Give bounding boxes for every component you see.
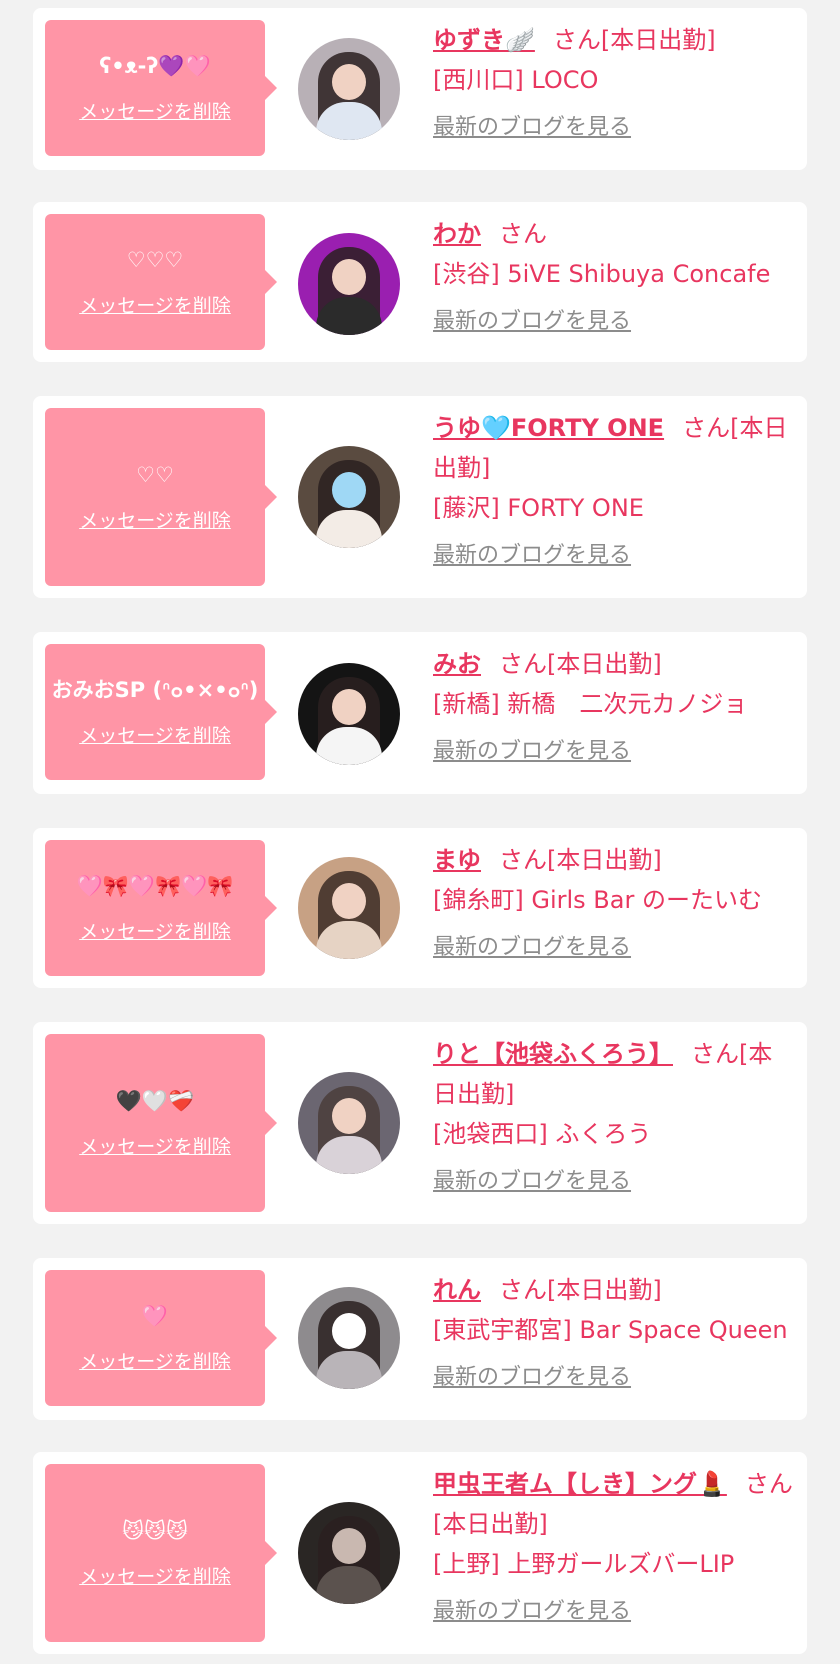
cast-status: さん[本日出勤]	[499, 650, 662, 678]
avatar-face-shape	[332, 883, 366, 919]
cast-info: りと【池袋ふくろう】 さん[本日出勤] [池袋西口] ふくろう 最新のブログを見る	[433, 1034, 793, 1202]
blog-link[interactable]: 最新のブログを見る	[433, 1358, 793, 1398]
cast-status: さん	[499, 220, 547, 248]
message-bubble: 🩷🎀🩷🎀🩷🎀 メッセージを削除	[45, 840, 277, 976]
avatar-face-shape	[332, 1098, 366, 1134]
avatar-face-shape	[332, 64, 366, 100]
cast-status: さん[本日出勤]	[499, 846, 662, 874]
cast-name-link[interactable]: れん	[433, 1276, 481, 1304]
delete-message-link[interactable]: メッセージを削除	[79, 506, 231, 533]
cast-info: わか さん [渋谷] 5iVE Shibuya Concafe 最新のブログを見る	[433, 214, 793, 342]
message-text: 🩷🎀🩷🎀🩷🎀	[76, 873, 234, 898]
delete-message-link[interactable]: メッセージを削除	[79, 291, 231, 318]
message-bubble: 🩷 メッセージを削除	[45, 1270, 277, 1406]
avatar-face-shape	[332, 259, 366, 295]
delete-message-link[interactable]: メッセージを削除	[79, 1347, 231, 1374]
cast-info: 甲虫王者ム【しき】ング💄 さん[本日出勤] [上野] 上野ガールズバーLIP 最新…	[433, 1464, 793, 1632]
avatar-face-shape	[332, 1313, 366, 1349]
message-bubble: 🖤🤍❤️‍🩹 メッセージを削除	[45, 1034, 277, 1212]
message-card: ♡♡♡ メッセージを削除 わか さん [渋谷] 5iVE Shibuya Conc…	[33, 202, 807, 362]
message-card: 😼😼😼 メッセージを削除 甲虫王者ム【しき】ング💄 さん[本日出勤] [上野] 上…	[33, 1452, 807, 1654]
cast-info: まゆ さん[本日出勤] [錦糸町] Girls Bar のーたいむ 最新のブログを…	[433, 840, 793, 968]
avatar[interactable]	[298, 663, 400, 765]
message-bubble: ♡♡♡ メッセージを削除	[45, 214, 277, 350]
blog-link[interactable]: 最新のブログを見る	[433, 928, 793, 968]
blog-link[interactable]: 最新のブログを見る	[433, 108, 793, 148]
shop-name: [西川口] LOCO	[433, 66, 599, 94]
message-card: ♡♡ メッセージを削除 うゆ🩵FORTY ONE さん[本日出勤] [藤沢] FO…	[33, 396, 807, 598]
delete-message-link[interactable]: メッセージを削除	[79, 1132, 231, 1159]
cast-info: みお さん[本日出勤] [新橋] 新橋 二次元カノジョ 最新のブログを見る	[433, 644, 793, 772]
blog-link[interactable]: 最新のブログを見る	[433, 302, 793, 342]
message-card: ʕ•ᴥ-ʔ💜🩷 メッセージを削除 ゆずき🪽 さん[本日出勤] [西川口] LOCO…	[33, 8, 807, 170]
delete-message-link[interactable]: メッセージを削除	[79, 97, 231, 124]
message-bubble: おみおSP (ᐢ๐•×•๐ᐢ) メッセージを削除	[45, 644, 277, 780]
avatar-face-shape	[332, 472, 366, 508]
cast-name-link[interactable]: みお	[433, 650, 481, 678]
message-bubble: ♡♡ メッセージを削除	[45, 408, 277, 586]
cast-name-link[interactable]: まゆ	[433, 846, 481, 874]
delete-message-link[interactable]: メッセージを削除	[79, 917, 231, 944]
avatar[interactable]	[298, 1072, 400, 1174]
cast-name-link[interactable]: 甲虫王者ム【しき】ング💄	[433, 1470, 727, 1498]
shop-name: [渋谷] 5iVE Shibuya Concafe	[433, 260, 771, 288]
blog-link[interactable]: 最新のブログを見る	[433, 1162, 793, 1202]
blog-link[interactable]: 最新のブログを見る	[433, 732, 793, 772]
message-text: ʕ•ᴥ-ʔ💜🩷	[99, 53, 211, 78]
message-card: 🩷🎀🩷🎀🩷🎀 メッセージを削除 まゆ さん[本日出勤] [錦糸町] Girls B…	[33, 828, 807, 988]
shop-name: [新橋] 新橋 二次元カノジョ	[433, 690, 748, 718]
shop-name: [上野] 上野ガールズバーLIP	[433, 1550, 735, 1578]
cast-name-link[interactable]: りと【池袋ふくろう】	[433, 1040, 673, 1068]
blog-link[interactable]: 最新のブログを見る	[433, 1592, 793, 1632]
cast-info: うゆ🩵FORTY ONE さん[本日出勤] [藤沢] FORTY ONE 最新のブ…	[433, 408, 793, 576]
cast-name-link[interactable]: うゆ🩵FORTY ONE	[433, 414, 664, 442]
shop-name: [藤沢] FORTY ONE	[433, 494, 644, 522]
delete-message-link[interactable]: メッセージを削除	[79, 1562, 231, 1589]
cast-info: ゆずき🪽 さん[本日出勤] [西川口] LOCO 最新のブログを見る	[433, 20, 793, 148]
avatar-face-shape	[332, 689, 366, 725]
avatar[interactable]	[298, 1502, 400, 1604]
message-text: ♡♡♡	[126, 247, 184, 272]
shop-name: [東武宇都宮] Bar Space Queen	[433, 1316, 788, 1344]
cast-status: さん[本日出勤]	[552, 26, 716, 54]
cast-name-link[interactable]: わか	[433, 220, 481, 248]
cast-status: さん[本日出勤]	[499, 1276, 662, 1304]
message-card: おみおSP (ᐢ๐•×•๐ᐢ) メッセージを削除 みお さん[本日出勤] [新橋]…	[33, 632, 807, 794]
avatar[interactable]	[298, 1287, 400, 1389]
message-text: 😼😼😼	[122, 1518, 188, 1543]
avatar[interactable]	[298, 38, 400, 140]
avatar[interactable]	[298, 233, 400, 335]
avatar-face-shape	[332, 1528, 366, 1564]
message-card: 🩷 メッセージを削除 れん さん[本日出勤] [東武宇都宮] Bar Space …	[33, 1258, 807, 1420]
avatar[interactable]	[298, 857, 400, 959]
shop-name: [池袋西口] ふくろう	[433, 1120, 652, 1148]
delete-message-link[interactable]: メッセージを削除	[79, 721, 231, 748]
message-bubble: 😼😼😼 メッセージを削除	[45, 1464, 277, 1642]
avatar[interactable]	[298, 446, 400, 548]
cast-name-link[interactable]: ゆずき🪽	[433, 26, 535, 54]
blog-link[interactable]: 最新のブログを見る	[433, 536, 793, 576]
message-text: 🩷	[141, 1303, 169, 1328]
message-card: 🖤🤍❤️‍🩹 メッセージを削除 りと【池袋ふくろう】 さん[本日出勤] [池袋西口…	[33, 1022, 807, 1224]
message-text: ♡♡	[136, 462, 174, 487]
message-text: おみおSP (ᐢ๐•×•๐ᐢ)	[51, 677, 259, 702]
message-bubble: ʕ•ᴥ-ʔ💜🩷 メッセージを削除	[45, 20, 277, 156]
shop-name: [錦糸町] Girls Bar のーたいむ	[433, 886, 762, 914]
cast-info: れん さん[本日出勤] [東武宇都宮] Bar Space Queen 最新のブロ…	[433, 1270, 793, 1398]
message-text: 🖤🤍❤️‍🩹	[115, 1088, 195, 1113]
